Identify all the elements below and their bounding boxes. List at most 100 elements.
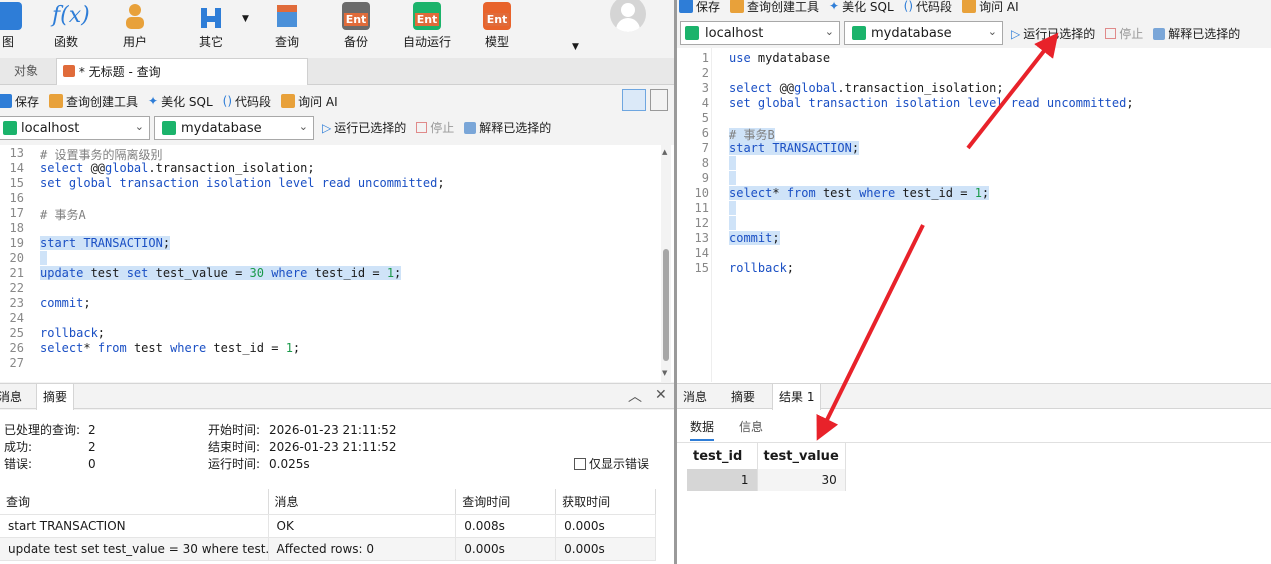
right-snippet-button[interactable]: () 代码段 <box>904 0 952 15</box>
line-number: 6 <box>701 126 709 140</box>
view-icon <box>0 2 22 30</box>
database-select[interactable]: mydatabase ⌄ <box>154 116 314 140</box>
right-connection-select[interactable]: localhost ⌄ <box>680 21 840 45</box>
connection-select[interactable]: localhost ⌄ <box>0 116 150 140</box>
tab-untitled-query[interactable]: * 无标题 - 查询 <box>56 58 308 85</box>
tab-data[interactable]: 数据 <box>690 418 715 441</box>
run-selected-button[interactable]: ▷ 运行已选择的 <box>322 119 406 136</box>
tab-messages[interactable]: 消息 <box>0 384 28 410</box>
ribbon-user-button[interactable]: 用户 <box>105 0 165 50</box>
summary-panel: 已处理的查询: 成功: 错误: 2 2 0 开始时间: 结束时间: 运行时间: … <box>0 410 674 564</box>
right-sql-editor[interactable]: 1 use mydatabase 2 3 select @@global.transac… <box>677 48 1271 382</box>
right-beautify-sql-button[interactable]: ✦ 美化 SQL <box>829 0 894 15</box>
explain-selected-button[interactable]: 解释已选择的 <box>464 119 551 136</box>
avatar[interactable] <box>610 0 646 32</box>
document-tabs: 对象 * 无标题 - 查询 <box>0 58 674 85</box>
beautify-sql-button[interactable]: ✦ 美化 SQL <box>148 93 213 110</box>
result-tabs: 消息 摘要 ︿ ✕ <box>0 383 674 410</box>
tools-icon <box>197 2 225 30</box>
right-stop-button[interactable]: 停止 <box>1105 25 1143 42</box>
ribbon-automation-button[interactable]: Ent 自动运行 <box>397 0 457 50</box>
grid-row[interactable]: 1 30 <box>687 469 846 491</box>
tab-summary[interactable]: 摘要 <box>36 384 75 410</box>
close-icon[interactable]: ✕ <box>655 387 667 403</box>
column-header[interactable]: 查询 <box>0 489 269 515</box>
editor-scrollbar[interactable]: ▲ ▼ <box>661 145 671 382</box>
ribbon-view-button[interactable]: 图 <box>0 0 38 50</box>
snippet-icon: () <box>903 0 914 13</box>
right-explain-selected-button[interactable]: 解释已选择的 <box>1153 25 1240 42</box>
right-run-selected-button[interactable]: ▷ 运行已选择的 <box>1011 25 1095 42</box>
ribbon-model-button[interactable]: Ent 模型 <box>467 0 527 50</box>
column-header[interactable]: 获取时间 <box>555 489 656 515</box>
right-tab-messages[interactable]: 消息 <box>677 384 713 410</box>
right-query-builder-button[interactable]: 查询创建工具 <box>730 0 819 15</box>
code-line: start TRANSACTION; <box>729 141 860 155</box>
line-number: 15 <box>9 176 24 190</box>
editor-scroll-thumb[interactable] <box>663 249 669 361</box>
table-cell: 0.000s <box>555 514 656 538</box>
table-cell: OK <box>268 514 457 538</box>
scroll-up-icon[interactable]: ▲ <box>662 148 667 156</box>
grid-cell[interactable]: 30 <box>757 469 846 491</box>
left-query-window: 图 f(x) 函数 用户 其它 ▼ 查询 Ent 备份 Ent 自动运行 Ent… <box>0 0 674 564</box>
line-number: 10 <box>694 186 709 200</box>
data-grid: test_id test_value 1 30 <box>687 443 846 491</box>
checkbox-box[interactable] <box>574 457 586 470</box>
code-line: rollback; <box>40 326 106 340</box>
stop-button[interactable]: 停止 <box>416 119 454 136</box>
gutter-separator <box>711 48 712 382</box>
line-number: 21 <box>9 266 24 280</box>
ask-ai-button[interactable]: 询问 AI <box>281 93 338 110</box>
line-number: 11 <box>694 201 709 215</box>
line-number: 13 <box>9 146 24 160</box>
line-number: 9 <box>701 171 709 185</box>
code-line: use mydatabase <box>729 51 831 65</box>
line-number: 14 <box>694 246 709 260</box>
code-line: # 事务A <box>40 208 86 222</box>
ribbon-function-button[interactable]: f(x) 函数 <box>36 0 96 50</box>
ribbon-more-icon[interactable]: ▼ <box>572 42 579 52</box>
stop-icon <box>416 122 428 133</box>
right-tab-result-1[interactable]: 结果 1 <box>772 384 822 410</box>
grid-column-header[interactable]: test_id <box>687 443 758 469</box>
grid-header-row: test_id test_value <box>687 443 846 469</box>
only-errors-checkbox[interactable]: 仅显示错误 <box>574 455 649 472</box>
code-line: select @@global.transaction_isolation; <box>40 161 315 175</box>
column-header[interactable]: 消息 <box>268 489 457 515</box>
right-save-button[interactable]: 保存 <box>679 0 720 15</box>
function-icon: f(x) <box>52 3 90 28</box>
table-cell: 0.008s <box>455 514 557 538</box>
right-ask-ai-button[interactable]: 询问 AI <box>962 0 1019 15</box>
column-header[interactable]: 查询时间 <box>455 489 557 515</box>
collapse-icon[interactable]: ︿ <box>628 386 642 406</box>
table-row[interactable]: update test set test_value = 30 where te… <box>0 537 656 561</box>
ribbon-backup-button[interactable]: Ent 备份 <box>326 0 386 50</box>
code-line: select @@global.transaction_isolation; <box>729 81 1004 95</box>
save-icon <box>0 94 12 108</box>
code-line: select* from test where test_id = 1; <box>40 341 301 355</box>
grid-cell[interactable]: 1 <box>687 469 758 491</box>
sql-editor[interactable]: 13 # 设置事务的隔离级别 14 select @@global.transacti… <box>0 145 674 382</box>
backup-icon: Ent <box>342 2 370 30</box>
table-cell: 0.000s <box>455 537 557 561</box>
snippet-button[interactable]: () 代码段 <box>223 93 271 110</box>
ribbon-other-button[interactable]: 其它 <box>181 0 241 50</box>
save-button[interactable]: 保存 <box>0 93 39 110</box>
right-database-select[interactable]: mydatabase ⌄ <box>844 21 1003 45</box>
table-row[interactable]: start TRANSACTION OK 0.008s 0.000s <box>0 514 656 538</box>
main-ribbon: 图 f(x) 函数 用户 其它 ▼ 查询 Ent 备份 Ent 自动运行 Ent… <box>0 0 674 58</box>
other-dropdown-icon[interactable]: ▼ <box>242 14 249 24</box>
line-number: 18 <box>9 221 24 235</box>
snippet-icon: () <box>222 94 233 108</box>
tab-objects[interactable]: 对象 <box>0 58 52 85</box>
layout-split-horizontal-button[interactable] <box>622 89 646 111</box>
ribbon-query-button[interactable]: 查询 <box>257 0 317 50</box>
right-tab-summary[interactable]: 摘要 <box>725 384 761 410</box>
grid-column-header[interactable]: test_value <box>757 443 846 469</box>
tab-info[interactable]: 信息 <box>739 418 763 435</box>
query-builder-button[interactable]: 查询创建工具 <box>49 93 138 110</box>
layout-split-vertical-button[interactable] <box>650 89 668 111</box>
code-line: start TRANSACTION; <box>40 236 171 250</box>
scroll-down-icon[interactable]: ▼ <box>662 369 667 377</box>
